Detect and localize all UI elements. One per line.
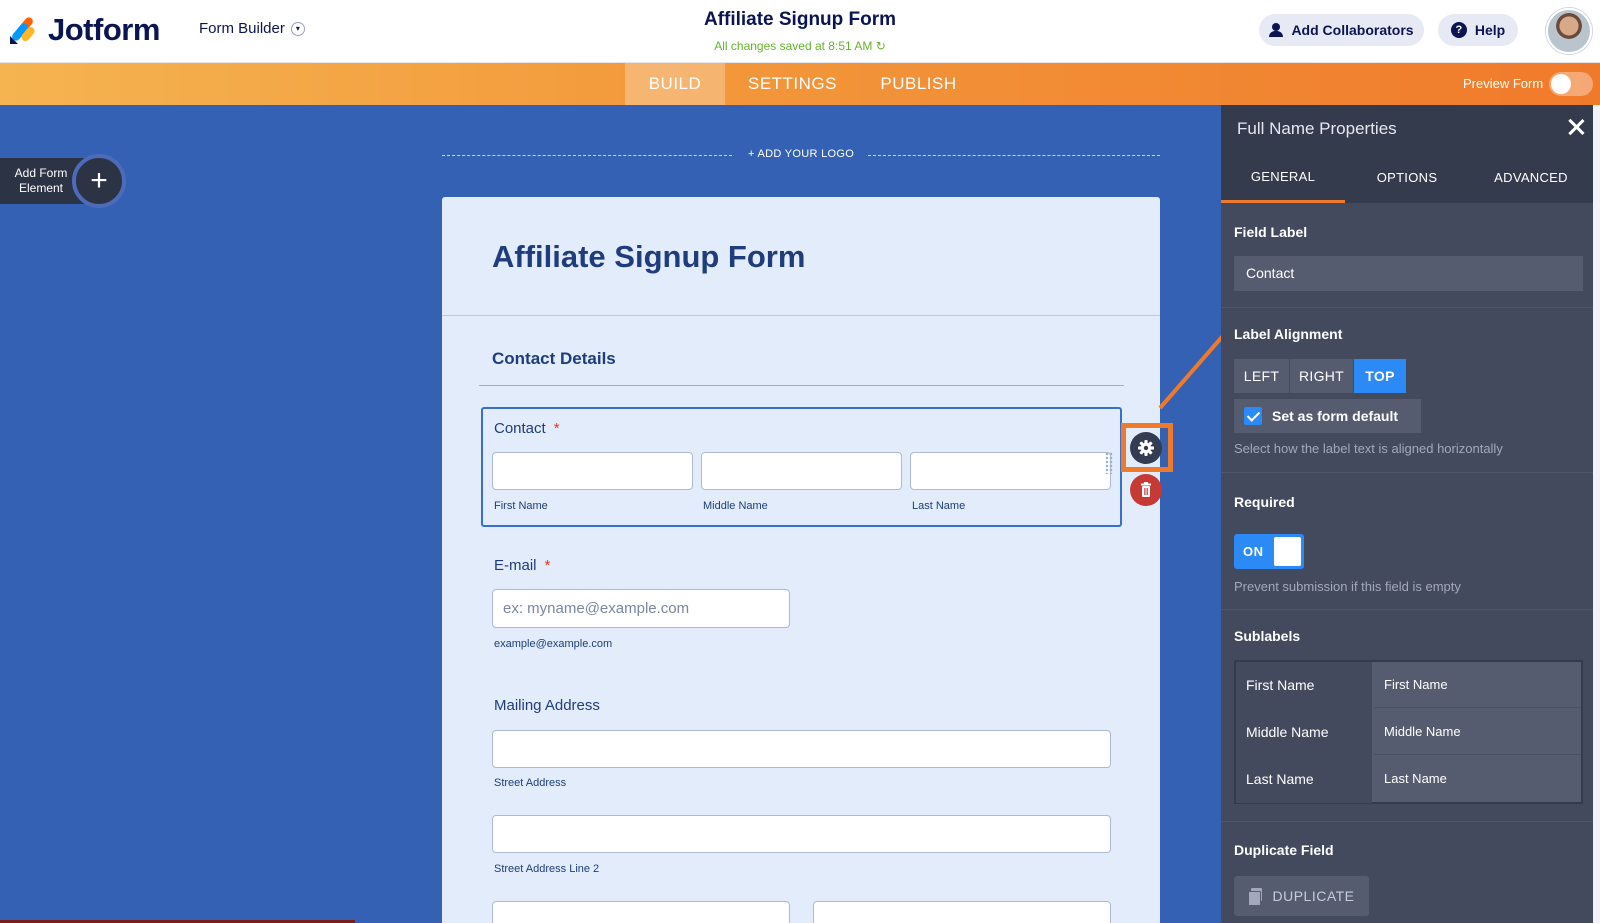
panel-divider xyxy=(1221,472,1593,473)
table-row: First Name First Name xyxy=(1236,662,1581,709)
tab-advanced[interactable]: ADVANCED xyxy=(1469,152,1593,203)
add-collaborators-button[interactable]: Add Collaborators xyxy=(1259,14,1424,46)
last-name-input[interactable] xyxy=(910,452,1111,490)
avatar[interactable] xyxy=(1546,8,1592,54)
tab-settings[interactable]: SETTINGS xyxy=(735,63,850,105)
first-name-sublabel: First Name xyxy=(494,500,548,512)
builder-nav: BUILD SETTINGS PUBLISH Preview Form xyxy=(0,63,1600,105)
email-sublabel: example@example.com xyxy=(494,638,613,650)
form-card: Affiliate Signup Form Contact Details Co… xyxy=(442,197,1160,923)
panel-divider xyxy=(1221,821,1593,822)
save-status-text: All changes saved at 8:51 AM xyxy=(714,39,873,53)
top-header: Jotform Form Builder ▾ Affiliate Signup … xyxy=(0,0,1600,63)
section-heading[interactable]: Contact Details xyxy=(492,349,616,369)
required-help-text: Prevent submission if this field is empt… xyxy=(1234,579,1461,594)
sublabel-value-input[interactable]: Last Name xyxy=(1374,756,1581,802)
contact-label-text: Contact xyxy=(494,420,546,437)
sublabel-key: Middle Name xyxy=(1236,709,1372,756)
sublabels-heading: Sublabels xyxy=(1234,628,1301,644)
state-input[interactable] xyxy=(813,901,1111,923)
label-alignment-heading: Label Alignment xyxy=(1234,326,1343,342)
last-name-sublabel: Last Name xyxy=(912,500,966,512)
tab-options[interactable]: OPTIONS xyxy=(1345,152,1469,203)
align-left-button[interactable]: LEFT xyxy=(1234,359,1290,393)
email-label-text: E-mail xyxy=(494,557,537,574)
required-heading: Required xyxy=(1234,494,1295,510)
required-toggle[interactable]: ON xyxy=(1234,534,1304,569)
required-toggle-state: ON xyxy=(1243,544,1264,559)
middle-name-input[interactable] xyxy=(701,452,902,490)
question-icon: ? xyxy=(1450,22,1467,38)
duplicate-button[interactable]: DUPLICATE xyxy=(1234,876,1369,916)
add-logo-link[interactable]: + ADD YOUR LOGO xyxy=(748,148,854,160)
add-form-element-button[interactable]: Add Form Element + xyxy=(0,150,132,212)
preview-form-toggle[interactable] xyxy=(1549,72,1593,96)
logo-divider-right xyxy=(868,155,1160,156)
help-label: Help xyxy=(1474,22,1506,38)
duplicate-field-heading: Duplicate Field xyxy=(1234,842,1334,858)
field-label-input[interactable]: Contact xyxy=(1234,256,1583,291)
sublabels-table: First Name First Name Middle Name Middle… xyxy=(1234,660,1583,804)
sublabel-key: First Name xyxy=(1236,662,1372,709)
duplicate-label: DUPLICATE xyxy=(1272,888,1355,904)
checkmark-icon xyxy=(1244,407,1262,425)
street-address-2-sublabel: Street Address Line 2 xyxy=(494,863,600,875)
person-icon xyxy=(1269,23,1284,37)
panel-divider xyxy=(1221,307,1593,308)
scrollbar-track[interactable] xyxy=(1593,105,1600,923)
panel-divider xyxy=(1221,609,1593,610)
required-mark: * xyxy=(553,420,560,437)
alignment-help-text: Select how the label text is aligned hor… xyxy=(1234,441,1503,456)
help-button[interactable]: ? Help xyxy=(1438,14,1518,46)
plus-icon: + xyxy=(72,154,126,208)
gear-highlight-box xyxy=(1121,423,1173,472)
heading-divider xyxy=(442,315,1160,316)
label-alignment-group: LEFT RIGHT TOP xyxy=(1234,359,1406,393)
align-top-button[interactable]: TOP xyxy=(1354,359,1406,393)
street-address-sublabel: Street Address xyxy=(494,777,567,789)
contact-label: Contact * xyxy=(494,420,560,437)
mailing-address-label: Mailing Address xyxy=(494,697,600,714)
toggle-knob xyxy=(1274,537,1301,566)
email-field[interactable]: ex: myname@example.com xyxy=(492,589,790,628)
sublabel-value-input[interactable]: First Name xyxy=(1374,662,1581,708)
align-right-button[interactable]: RIGHT xyxy=(1290,359,1354,393)
delete-field-button[interactable] xyxy=(1130,474,1162,506)
panel-title: Full Name Properties xyxy=(1237,119,1397,138)
add-collaborators-label: Add Collaborators xyxy=(1291,22,1414,38)
field-label-heading: Field Label xyxy=(1234,224,1308,240)
middle-name-sublabel: Middle Name xyxy=(703,500,768,512)
tab-general[interactable]: GENERAL xyxy=(1221,152,1345,203)
table-row: Middle Name Middle Name xyxy=(1236,709,1581,756)
tab-publish[interactable]: PUBLISH xyxy=(866,63,971,105)
email-placeholder: ex: myname@example.com xyxy=(503,600,690,617)
panel-tabs: GENERAL OPTIONS ADVANCED xyxy=(1221,152,1593,203)
properties-panel: Full Name Properties GENERAL OPTIONS ADV… xyxy=(1221,105,1593,923)
preview-form-label: Preview Form xyxy=(1463,76,1544,91)
section-divider xyxy=(479,385,1124,386)
email-label: E-mail * xyxy=(494,557,550,574)
sublabel-key: Last Name xyxy=(1236,756,1372,803)
city-input[interactable] xyxy=(492,901,790,923)
panel-header: Full Name Properties xyxy=(1221,105,1593,152)
sublabel-value-input[interactable]: Middle Name xyxy=(1374,709,1581,755)
form-heading[interactable]: Affiliate Signup Form xyxy=(492,239,805,275)
street-address-input[interactable] xyxy=(492,730,1111,768)
logo-divider-left xyxy=(442,155,732,156)
copy-icon xyxy=(1248,888,1263,906)
tab-build[interactable]: BUILD xyxy=(625,63,725,105)
required-mark: * xyxy=(544,557,551,574)
first-name-input[interactable] xyxy=(492,452,693,490)
trash-icon xyxy=(1141,482,1151,497)
set-form-default-label: Set as form default xyxy=(1272,408,1399,424)
set-form-default-checkbox[interactable]: Set as form default xyxy=(1234,399,1421,433)
form-canvas: Add Form Element + + ADD YOUR LOGO Affil… xyxy=(0,105,1221,923)
table-row: Last Name Last Name xyxy=(1236,756,1581,803)
street-address-2-input[interactable] xyxy=(492,815,1111,853)
drag-handle[interactable] xyxy=(1105,452,1113,474)
close-icon[interactable] xyxy=(1566,117,1586,137)
refresh-icon: ↻ xyxy=(875,39,886,53)
